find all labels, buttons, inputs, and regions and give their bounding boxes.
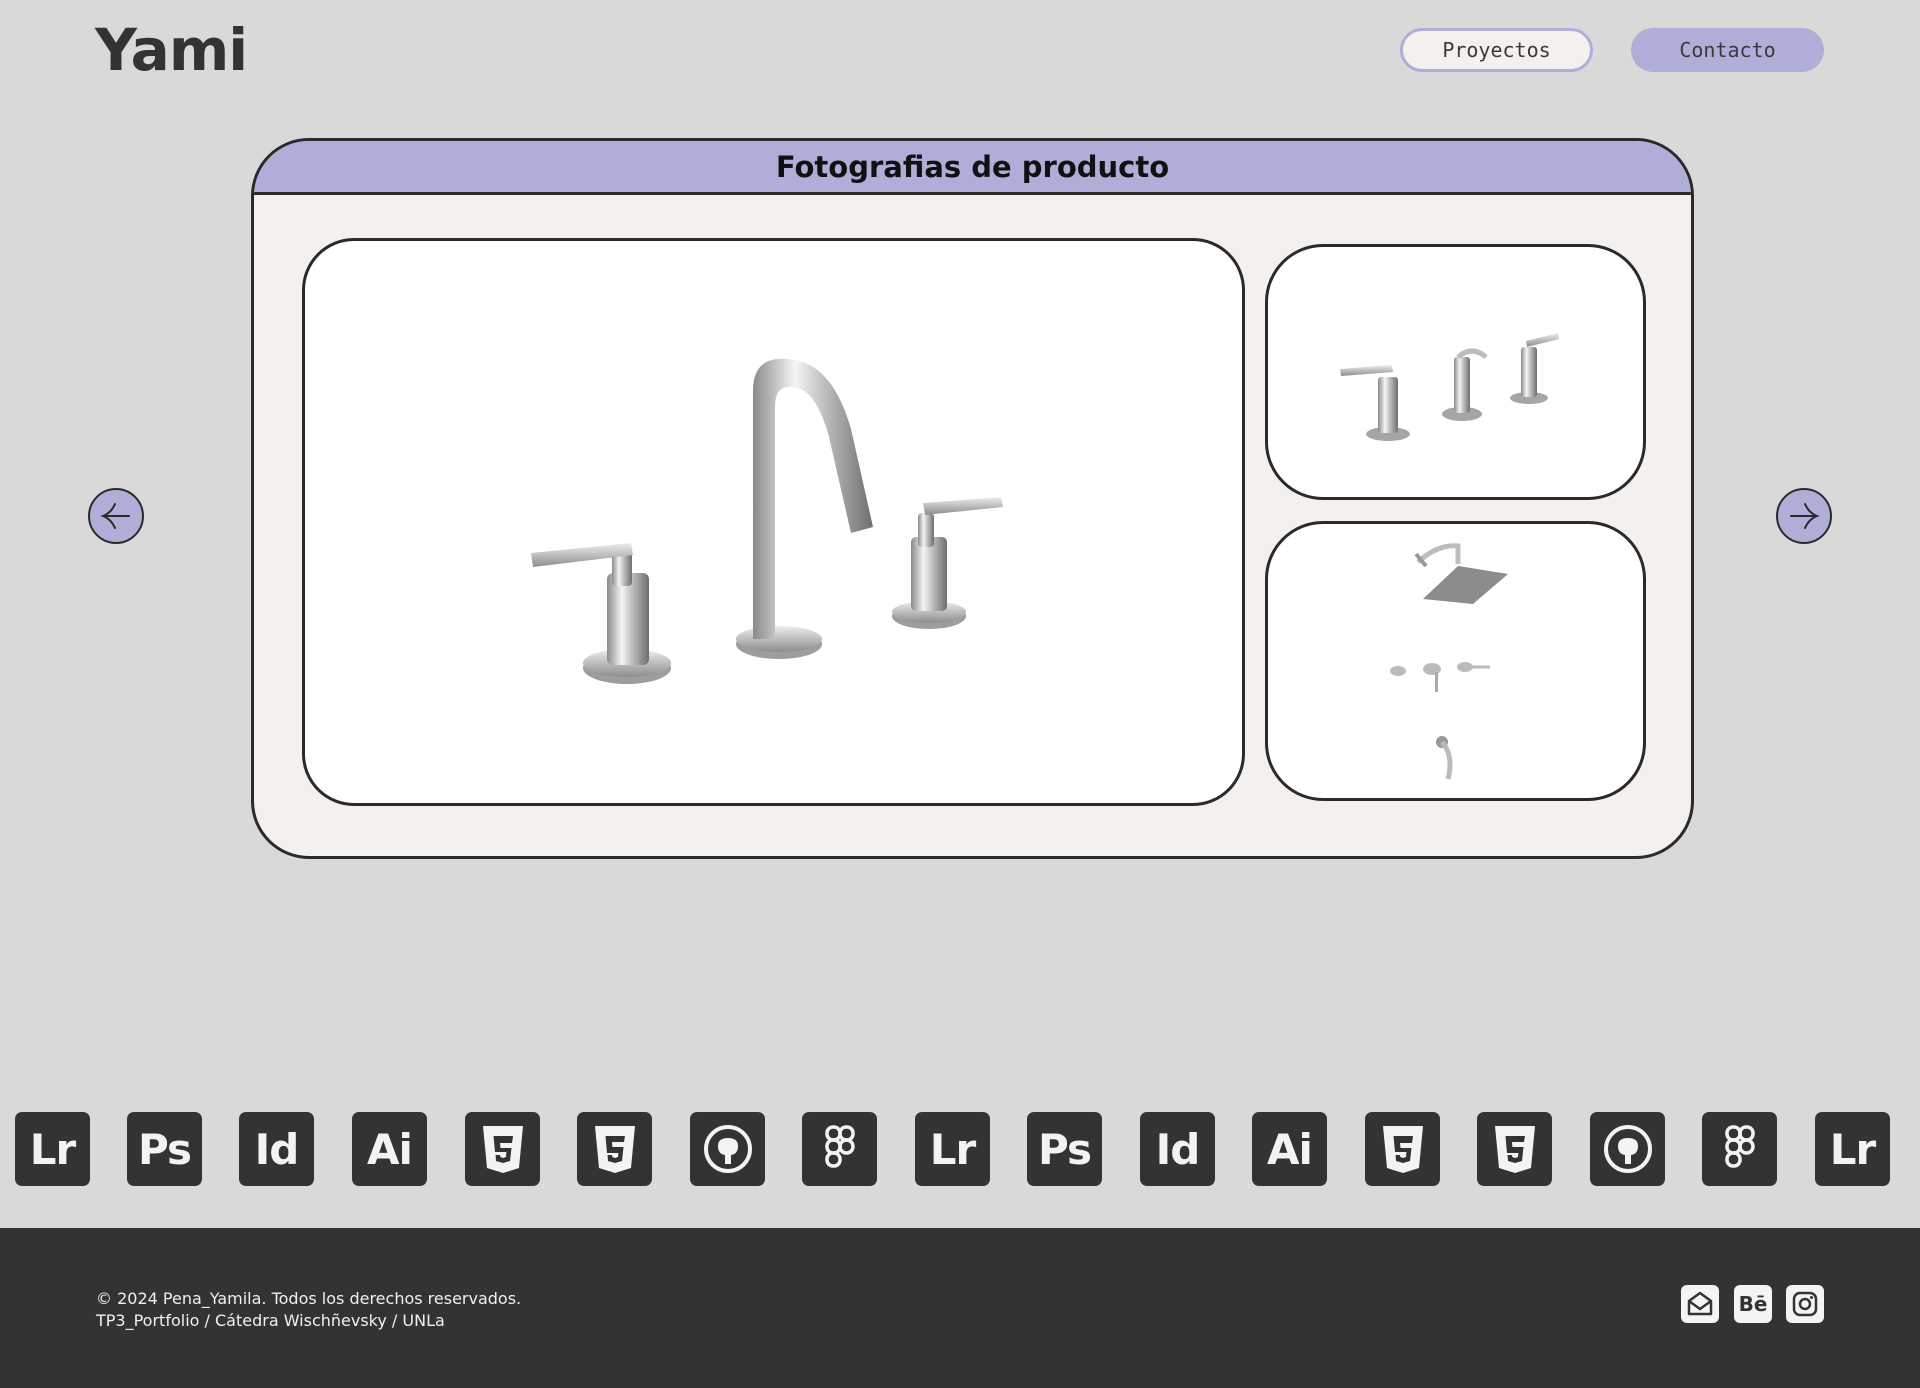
github-icon xyxy=(690,1112,765,1186)
faucet-set-image xyxy=(1340,333,1559,441)
behance-link[interactable]: Bē xyxy=(1734,1285,1772,1323)
indesign-icon: Id xyxy=(239,1112,314,1186)
thumbnail-shower-set[interactable] xyxy=(1265,521,1646,801)
gallery-card: Fotografias de producto xyxy=(251,138,1694,859)
email-link[interactable] xyxy=(1681,1285,1719,1323)
photoshop-icon: Ps xyxy=(1027,1112,1102,1186)
lightroom-icon: Lr xyxy=(1815,1112,1890,1186)
main-product-photo[interactable] xyxy=(302,238,1245,806)
thumbnail-faucet-set[interactable] xyxy=(1265,244,1646,500)
instagram-link[interactable] xyxy=(1786,1285,1824,1323)
lightroom-icon: Lr xyxy=(15,1112,90,1186)
footer-copyright: © 2024 Pena_Yamila. Todos los derechos r… xyxy=(96,1288,521,1332)
faucet-image xyxy=(531,358,1003,684)
arrow-left-icon xyxy=(100,503,130,529)
html5-icon xyxy=(1365,1112,1440,1186)
instagram-icon xyxy=(1792,1291,1818,1317)
previous-arrow-button[interactable] xyxy=(88,488,144,544)
footer-credits: TP3_Portfolio / Cátedra Wischñevsky / UN… xyxy=(96,1311,445,1330)
gallery-title: Fotografias de producto xyxy=(254,141,1691,195)
footer-rights: © 2024 Pena_Yamila. Todos los derechos r… xyxy=(96,1289,522,1308)
nav-contacto-button[interactable]: Contacto xyxy=(1631,28,1824,72)
photoshop-icon: Ps xyxy=(127,1112,202,1186)
lightroom-icon: Lr xyxy=(915,1112,990,1186)
css3-icon xyxy=(577,1112,652,1186)
site-logo[interactable]: Yami xyxy=(95,16,248,84)
css3-icon xyxy=(1477,1112,1552,1186)
arrow-right-icon xyxy=(1790,503,1820,529)
illustrator-icon: Ai xyxy=(1252,1112,1327,1186)
figma-icon xyxy=(1702,1112,1777,1186)
indesign-icon: Id xyxy=(1140,1112,1215,1186)
email-icon xyxy=(1687,1291,1713,1316)
shower-set-image xyxy=(1390,543,1508,780)
illustrator-icon: Ai xyxy=(352,1112,427,1186)
footer: © 2024 Pena_Yamila. Todos los derechos r… xyxy=(0,1228,1920,1388)
next-arrow-button[interactable] xyxy=(1776,488,1832,544)
behance-icon: Bē xyxy=(1738,1292,1768,1316)
figma-icon xyxy=(802,1112,877,1186)
github-icon xyxy=(1590,1112,1665,1186)
nav-proyectos-button[interactable]: Proyectos xyxy=(1400,28,1593,72)
html5-icon xyxy=(465,1112,540,1186)
